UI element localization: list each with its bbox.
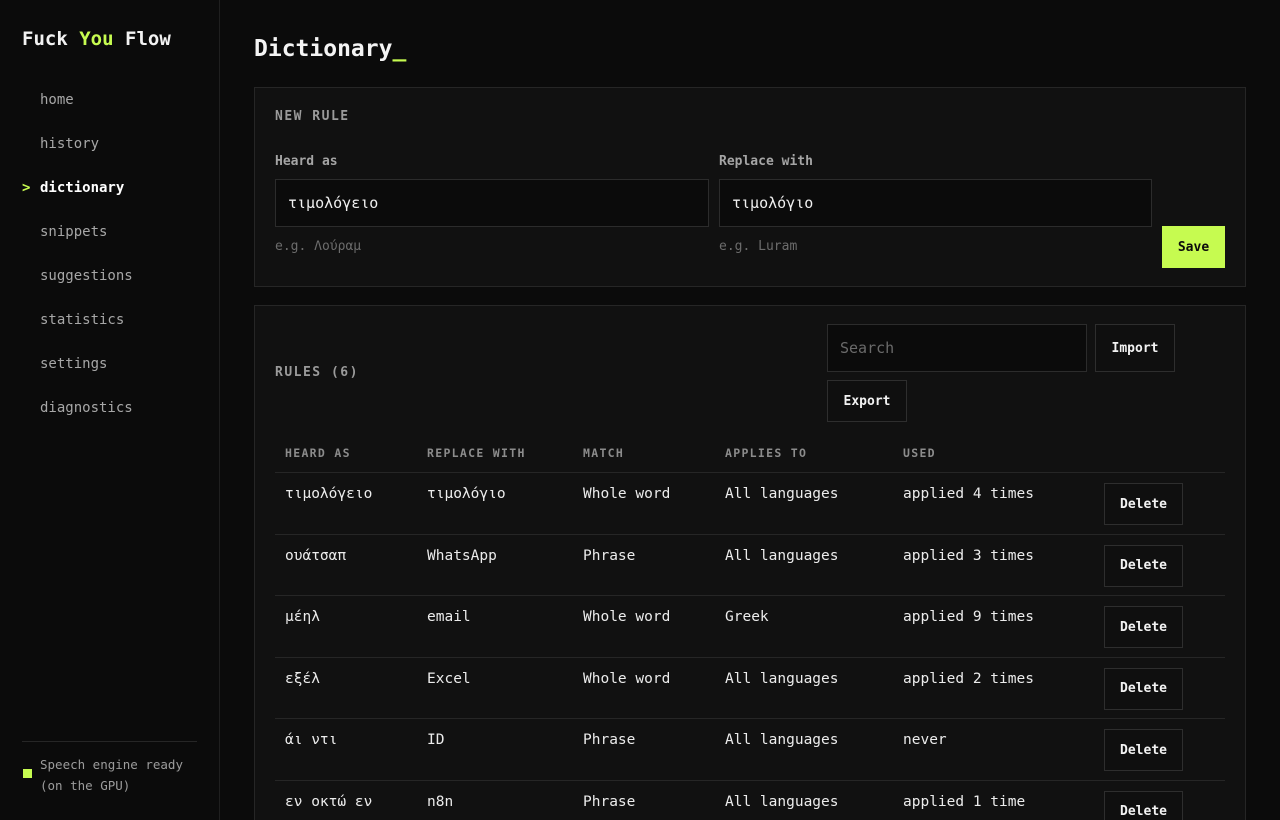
- cell-replace-with: n8n: [427, 793, 454, 810]
- sidebar-item-suggestions[interactable]: suggestions: [0, 254, 219, 298]
- cell-heard-as: τιμολόγειο: [285, 486, 373, 502]
- table-header: HEARD AS REPLACE WITH MATCH APPLIES TO U…: [275, 434, 1225, 473]
- cell-used: applied 3 times: [903, 547, 1034, 564]
- cell-heard-as: μέηλ: [285, 609, 320, 625]
- status-text: Speech engine ready (on the GPU): [40, 754, 197, 796]
- delete-button[interactable]: Delete: [1104, 483, 1183, 525]
- heard-as-hint: e.g. Λούραμ: [275, 239, 362, 254]
- page-title-text: Dictionary: [254, 36, 393, 62]
- delete-button[interactable]: Delete: [1104, 544, 1183, 587]
- search-input[interactable]: [827, 324, 1087, 372]
- save-button[interactable]: Save: [1162, 226, 1225, 268]
- cell-applies-to: All languages: [725, 793, 839, 810]
- status-line-1: Speech engine ready: [40, 757, 183, 772]
- cell-match: Phrase: [583, 732, 636, 748]
- new-rule-panel: NEW RULE Heard as e.g. Λούραμ Replace wi…: [254, 87, 1246, 287]
- table-row: εν οκτώ εν n8n Phrase All languages appl…: [275, 781, 1225, 820]
- table-row: ουάτσαπ WhatsApp Phrase All languages ap…: [275, 535, 1225, 596]
- sidebar-item-home[interactable]: home: [0, 78, 219, 122]
- cell-applies-to: All languages: [725, 670, 839, 687]
- sidebar-item-diagnostics[interactable]: diagnostics: [0, 386, 219, 430]
- table-row: άι ντι ID Phrase All languages never Del…: [275, 719, 1225, 781]
- replace-with-label: Replace with: [719, 154, 813, 169]
- brand-part-2: You: [79, 28, 114, 50]
- cell-used: applied 9 times: [903, 609, 1034, 625]
- sidebar-item-label: home: [40, 92, 74, 108]
- status-line-2: (on the GPU): [40, 778, 131, 793]
- app-logo: Fuck You Flow: [22, 28, 171, 50]
- new-rule-heading: NEW RULE: [275, 109, 350, 124]
- cell-used: never: [903, 732, 947, 748]
- cell-match: Phrase: [583, 547, 636, 564]
- cell-applies-to: All languages: [725, 732, 839, 748]
- sidebar-item-statistics[interactable]: statistics: [0, 298, 219, 342]
- sidebar-item-history[interactable]: history: [0, 122, 219, 166]
- brand-part-3: Flow: [125, 28, 171, 50]
- rules-panel: RULES (6) Import Export HEARD AS REPLACE…: [254, 305, 1246, 820]
- sidebar-item-label: statistics: [40, 312, 125, 328]
- cell-replace-with: ID: [427, 732, 445, 748]
- engine-status: Speech engine ready (on the GPU): [22, 741, 197, 796]
- chevron-right-icon: >: [22, 180, 31, 196]
- cell-replace-with: email: [427, 609, 471, 625]
- delete-button[interactable]: Delete: [1104, 790, 1183, 820]
- sidebar-item-label: settings: [40, 356, 108, 372]
- cell-heard-as: εν οκτώ εν: [285, 793, 373, 810]
- cell-match: Whole word: [583, 609, 671, 625]
- cell-used: applied 2 times: [903, 670, 1034, 687]
- column-header-replace-with: REPLACE WITH: [427, 446, 526, 460]
- cell-applies-to: All languages: [725, 547, 839, 564]
- export-button[interactable]: Export: [827, 380, 907, 422]
- column-header-applies-to: APPLIES TO: [725, 446, 808, 460]
- column-header-heard-as: HEARD AS: [285, 446, 351, 460]
- sidebar-item-dictionary[interactable]: > dictionary: [0, 166, 219, 210]
- column-header-match: MATCH: [583, 446, 625, 460]
- cell-used: applied 1 time: [903, 793, 1026, 810]
- app-window: Fuck You Flow home history > dictionary …: [0, 0, 1280, 820]
- sidebar-item-label: snippets: [40, 224, 108, 240]
- cell-applies-to: All languages: [725, 486, 839, 502]
- table-row: εξέλ Excel Whole word All languages appl…: [275, 658, 1225, 719]
- cell-replace-with: τιμολόγιο: [427, 486, 506, 502]
- replace-with-hint: e.g. Luram: [719, 239, 798, 254]
- status-indicator-icon: [23, 769, 32, 778]
- cell-applies-to: Greek: [725, 609, 769, 625]
- replace-with-input[interactable]: [719, 179, 1152, 227]
- brand-part-1: Fuck: [22, 28, 68, 50]
- cell-match: Whole word: [583, 670, 671, 687]
- table-row: μέηλ email Whole word Greek applied 9 ti…: [275, 596, 1225, 658]
- sidebar-item-label: history: [40, 136, 100, 152]
- delete-button[interactable]: Delete: [1104, 729, 1183, 771]
- rules-heading: RULES (6): [275, 365, 359, 380]
- sidebar-item-settings[interactable]: settings: [0, 342, 219, 386]
- cell-match: Phrase: [583, 793, 636, 810]
- page-title: Dictionary_: [254, 36, 406, 62]
- cell-replace-with: Excel: [427, 670, 471, 687]
- cell-replace-with: WhatsApp: [427, 547, 497, 564]
- heard-as-input[interactable]: [275, 179, 709, 227]
- table-row: τιμολόγειο τιμολόγιο Whole word All lang…: [275, 473, 1225, 535]
- cell-heard-as: ουάτσαπ: [285, 547, 347, 564]
- delete-button[interactable]: Delete: [1104, 667, 1183, 710]
- column-header-used: USED: [903, 446, 936, 460]
- import-button[interactable]: Import: [1095, 324, 1175, 372]
- sidebar-item-label: diagnostics: [40, 400, 133, 416]
- cell-used: applied 4 times: [903, 486, 1034, 502]
- sidebar: Fuck You Flow home history > dictionary …: [0, 0, 220, 820]
- cell-heard-as: άι ντι: [285, 732, 338, 748]
- sidebar-item-snippets[interactable]: snippets: [0, 210, 219, 254]
- sidebar-item-label: dictionary: [40, 180, 125, 196]
- heard-as-label: Heard as: [275, 154, 338, 169]
- sidebar-item-label: suggestions: [40, 268, 133, 284]
- cell-match: Whole word: [583, 486, 671, 502]
- delete-button[interactable]: Delete: [1104, 606, 1183, 648]
- title-cursor: _: [392, 36, 407, 62]
- sidebar-nav: home history > dictionary snippets sugge…: [0, 78, 219, 430]
- rules-table: HEARD AS REPLACE WITH MATCH APPLIES TO U…: [275, 434, 1225, 820]
- cell-heard-as: εξέλ: [285, 670, 320, 687]
